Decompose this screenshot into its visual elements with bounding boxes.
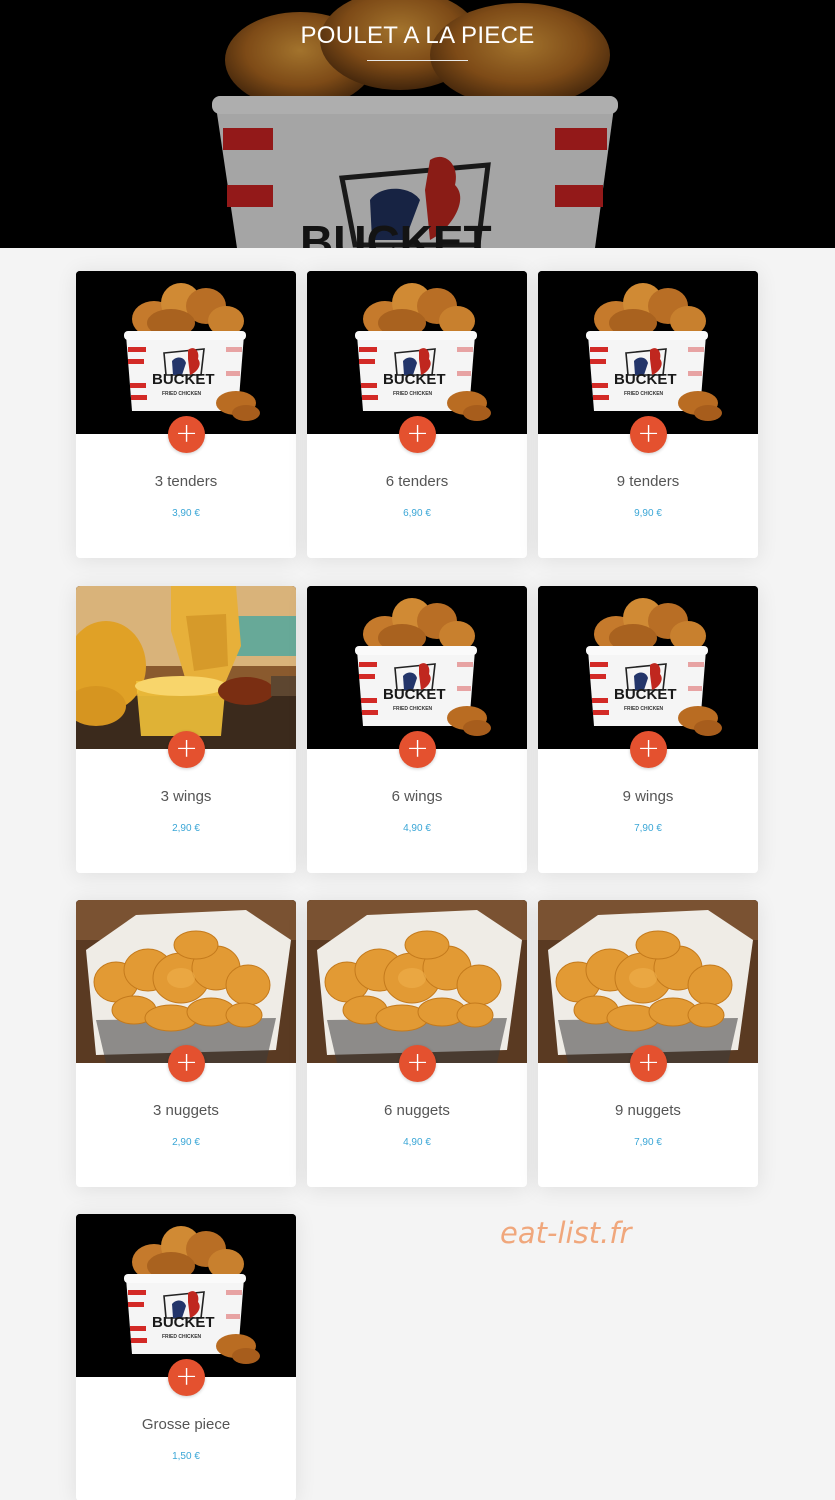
add-to-cart-button[interactable]: + (168, 731, 205, 768)
svg-text:BUCKET: BUCKET (614, 371, 677, 388)
add-to-cart-button[interactable]: + (168, 1045, 205, 1082)
nuggets-basket-image (538, 900, 758, 1063)
product-name: Grosse piece (141, 1416, 231, 1433)
product-name: 3 tenders (154, 473, 218, 490)
product-card[interactable]: +3 wings 2,90 € (76, 586, 296, 873)
svg-text:FRIED CHICKEN: FRIED CHICKEN (162, 391, 202, 397)
product-name: 9 wings (622, 788, 674, 805)
add-to-cart-button[interactable]: + (399, 416, 436, 453)
product-price: 1,50 € (172, 1451, 200, 1462)
bucket-image: BUCKET FRIED CHICKEN (538, 586, 758, 749)
product-price: 7,90 € (634, 823, 662, 834)
product-name: 6 tenders (385, 473, 449, 490)
product-price: 2,90 € (172, 823, 200, 834)
svg-text:FRIED CHICKEN: FRIED CHICKEN (393, 391, 433, 397)
product-name: 9 nuggets (615, 1102, 681, 1119)
nuggets-basket-image (307, 900, 527, 1063)
product-card[interactable]: BUCKET FRIED CHICKEN +9 wings 7,90 € (538, 586, 758, 873)
page-title: POULET A LA PIECE (300, 22, 535, 49)
product-price: 9,90 € (634, 508, 662, 519)
add-to-cart-button[interactable]: + (630, 1045, 667, 1082)
bucket-image: BUCKET FRIED CHICKEN (307, 271, 527, 434)
svg-text:BUCKET: BUCKET (383, 371, 446, 388)
add-to-cart-button[interactable]: + (630, 731, 667, 768)
product-price: 7,90 € (634, 1137, 662, 1148)
product-card[interactable]: BUCKET FRIED CHICKEN +6 wings 4,90 € (307, 586, 527, 873)
svg-text:FRIED CHICKEN: FRIED CHICKEN (624, 706, 664, 712)
svg-text:FRIED CHICKEN: FRIED CHICKEN (162, 1334, 202, 1340)
product-card[interactable]: BUCKET FRIED CHICKEN +6 tenders 6,90 € (307, 271, 527, 558)
product-name: 9 tenders (616, 473, 680, 490)
product-price: 4,90 € (403, 1137, 431, 1148)
svg-text:BUCKET: BUCKET (383, 686, 446, 703)
hero-banner: BUCKET POULET A LA PIECE (0, 0, 835, 248)
product-name: 3 nuggets (153, 1102, 219, 1119)
add-to-cart-button[interactable]: + (168, 416, 205, 453)
watermark: eat-list.fr (500, 1216, 632, 1250)
title-underline (367, 60, 468, 61)
svg-text:FRIED CHICKEN: FRIED CHICKEN (393, 706, 433, 712)
product-price: 2,90 € (172, 1137, 200, 1148)
add-to-cart-button[interactable]: + (168, 1359, 205, 1396)
wing-dip-image (76, 586, 296, 749)
product-name: 6 nuggets (384, 1102, 450, 1119)
product-card[interactable]: BUCKET FRIED CHICKEN + Grosse piece 1,50 € (76, 1214, 296, 1500)
bucket-image: BUCKET FRIED CHICKEN (307, 586, 527, 749)
svg-text:FRIED CHICKEN: FRIED CHICKEN (624, 391, 664, 397)
product-card[interactable]: BUCKET FRIED CHICKEN +3 tenders 3,90 € (76, 271, 296, 558)
bucket-image: BUCKET FRIED CHICKEN (76, 271, 296, 434)
product-name: 6 wings (391, 788, 443, 805)
add-to-cart-button[interactable]: + (399, 731, 436, 768)
add-to-cart-button[interactable]: + (399, 1045, 436, 1082)
product-card[interactable]: BUCKET FRIED CHICKEN +9 tenders 9,90 € (538, 271, 758, 558)
nuggets-basket-image (76, 900, 296, 1063)
svg-text:BUCKET: BUCKET (152, 1314, 215, 1331)
bucket-image: BUCKET FRIED CHICKEN (538, 271, 758, 434)
product-price: 3,90 € (172, 508, 200, 519)
product-price: 4,90 € (403, 823, 431, 834)
product-card[interactable]: +9 nuggets 7,90 € (538, 900, 758, 1187)
svg-text:BUCKET: BUCKET (300, 216, 492, 248)
svg-text:BUCKET: BUCKET (614, 686, 677, 703)
add-to-cart-button[interactable]: + (630, 416, 667, 453)
bucket-image: BUCKET FRIED CHICKEN (76, 1214, 296, 1377)
product-name: 3 wings (160, 788, 212, 805)
svg-text:BUCKET: BUCKET (152, 371, 215, 388)
product-price: 6,90 € (403, 508, 431, 519)
product-card[interactable]: +6 nuggets 4,90 € (307, 900, 527, 1187)
product-card[interactable]: +3 nuggets 2,90 € (76, 900, 296, 1187)
